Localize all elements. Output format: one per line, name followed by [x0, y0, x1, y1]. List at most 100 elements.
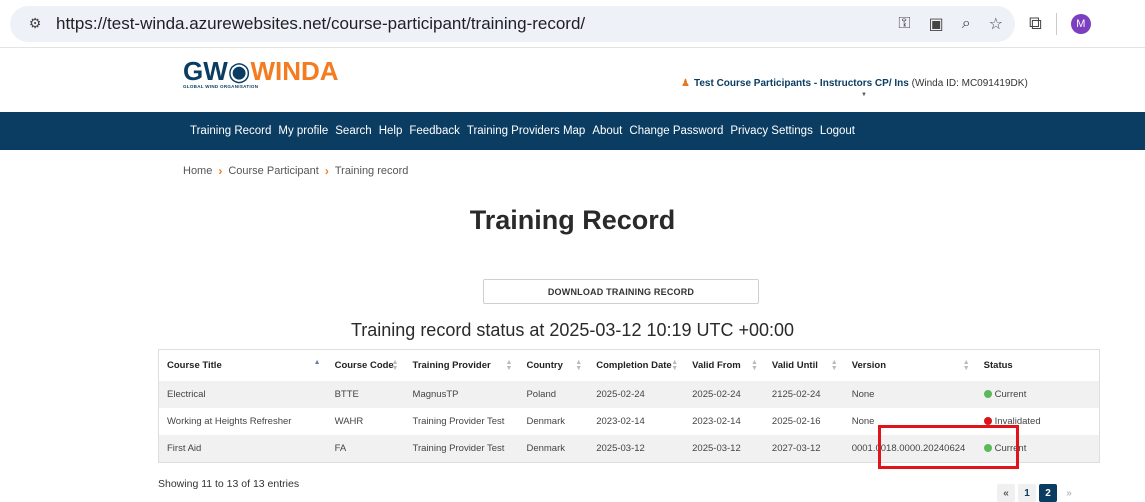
col-header-training-provider[interactable]: Training Provider ▲ ▼ — [405, 350, 519, 381]
nav-help[interactable]: Help — [379, 125, 403, 137]
cell-version: None — [851, 389, 875, 400]
breadcrumb-training-record: Training record — [334, 165, 409, 177]
cell-completion-date: 2025-02-24 — [596, 389, 645, 400]
status-dot-icon — [983, 417, 992, 425]
sort-icon: ▲ ▼ — [575, 359, 583, 372]
col-label: Course Title — [167, 360, 222, 371]
cell-country: Poland — [526, 389, 557, 400]
cell-valid-from: 2025-03-12 — [692, 443, 741, 454]
cell-country: Denmark — [526, 443, 565, 454]
logo-mark-icon: ◉ — [227, 56, 251, 86]
breadcrumb: Home › Course Participant › Training rec… — [183, 164, 408, 178]
sort-icon: ▲ ▼ — [962, 359, 970, 372]
zoom-icon[interactable]: ⌕ — [962, 15, 971, 33]
gwo-winda-logo[interactable]: GW◉WINDA GLOBAL WIND ORGANISATION — [183, 58, 339, 89]
status-text: Current — [994, 389, 1027, 400]
col-header-version[interactable]: Version ▲ ▼ — [844, 350, 976, 381]
user-icon: ♟ — [681, 78, 690, 89]
cell-valid-until: 2027-03-12 — [771, 443, 821, 454]
profile-avatar[interactable]: M — [1070, 13, 1091, 34]
cell-training-provider: Training Provider Test — [412, 443, 505, 454]
user-menu[interactable]: ♟ Test Course Participants - Instructors … — [681, 78, 1028, 89]
nav-my-profile[interactable]: My profile — [278, 125, 328, 137]
logo-winda-text: WINDA — [250, 56, 339, 86]
entries-info: Showing 11 to 13 of 13 entries — [158, 478, 300, 490]
user-winda-id: (Winda ID: MC091419DK) — [908, 78, 1028, 89]
col-header-country[interactable]: Country ▲ ▼ — [518, 350, 588, 381]
key-icon[interactable]: ⚿ — [898, 15, 910, 33]
caret-down-icon[interactable]: ▼ — [861, 92, 867, 98]
nav-about[interactable]: About — [592, 125, 622, 137]
col-label: Valid Until — [771, 360, 818, 371]
page-title: Training Record — [469, 205, 676, 235]
sort-icon: ▲ ▼ — [830, 359, 838, 372]
user-name: Test Course Participants - Instructors C… — [693, 78, 909, 89]
col-header-status[interactable]: Status — [976, 350, 1099, 381]
col-header-completion-date[interactable]: Completion Date ▲ ▼ — [588, 350, 684, 381]
toolbar-divider — [1055, 12, 1057, 35]
breadcrumb-home[interactable]: Home — [183, 165, 212, 177]
sort-asc-icon: ▲ — [313, 359, 321, 366]
nav-training-providers-map[interactable]: Training Providers Map — [467, 125, 585, 137]
breadcrumb-course-participant[interactable]: Course Participant — [228, 165, 319, 177]
nav-change-password[interactable]: Change Password — [629, 125, 723, 137]
table-row: Electrical BTTE MagnusTP Poland 2025-02-… — [159, 381, 1099, 408]
cell-training-provider: Training Provider Test — [412, 416, 505, 427]
cell-course-title: Electrical — [167, 389, 206, 400]
version-highlight-box — [878, 425, 1019, 469]
url-text[interactable]: https://test-winda.azurewebsites.net/cou… — [56, 14, 585, 34]
col-header-course-title[interactable]: Course Title ▲ — [159, 350, 327, 381]
sort-icon: ▲ ▼ — [671, 359, 679, 372]
cell-valid-until: 2125-02-24 — [771, 389, 821, 400]
chevron-right-icon: › — [324, 164, 329, 178]
site-info-icon[interactable]: ⚙ — [22, 11, 48, 37]
col-label: Training Provider — [412, 360, 491, 371]
cell-status: Current — [976, 381, 1099, 408]
cell-course-title: First Aid — [167, 443, 202, 454]
pagination-page-2[interactable]: 2 — [1039, 484, 1057, 502]
nav-logout[interactable]: Logout — [820, 125, 855, 137]
col-label: Valid From — [692, 360, 741, 371]
cell-course-code: FA — [334, 443, 347, 454]
cell-country: Denmark — [526, 416, 565, 427]
main-nav: Training Record My profile Search Help F… — [0, 112, 1145, 150]
cell-completion-date: 2023-02-14 — [596, 416, 645, 427]
cell-course-code: BTTE — [334, 389, 359, 400]
extensions-icon[interactable]: ⧉ — [1029, 13, 1042, 34]
col-label: Completion Date — [596, 360, 672, 371]
pagination-next-button[interactable]: » — [1060, 484, 1078, 502]
status-dot-icon — [983, 390, 992, 398]
pagination: « 1 2 » — [997, 484, 1078, 502]
nav-search[interactable]: Search — [335, 125, 371, 137]
col-header-course-code[interactable]: Course Code ▲ ▼ — [327, 350, 405, 381]
pagination-first-button[interactable]: « — [997, 484, 1015, 502]
sort-icon: ▲ ▼ — [750, 359, 758, 372]
chevron-right-icon: › — [218, 164, 223, 178]
cell-valid-from: 2025-02-24 — [692, 389, 741, 400]
col-label: Status — [983, 360, 1013, 371]
download-training-record-button[interactable]: DOWNLOAD TRAINING RECORD — [483, 279, 759, 304]
nav-training-record[interactable]: Training Record — [190, 125, 271, 137]
sort-icon: ▲ ▼ — [391, 359, 399, 372]
cell-training-provider: MagnusTP — [412, 389, 459, 400]
translate-icon[interactable]: ▣ — [929, 14, 944, 34]
nav-privacy-settings[interactable]: Privacy Settings — [730, 125, 812, 137]
browser-toolbar: ⚙ https://test-winda.azurewebsites.net/c… — [0, 0, 1145, 48]
bookmark-star-icon[interactable]: ☆ — [989, 14, 1003, 34]
col-label: Course Code — [334, 360, 394, 371]
logo-gw-text: GW — [183, 56, 228, 86]
cell-course-code: WAHR — [334, 416, 364, 427]
col-label: Version — [851, 360, 887, 371]
pagination-page-1[interactable]: 1 — [1018, 484, 1036, 502]
site-header: GW◉WINDA GLOBAL WIND ORGANISATION ♟ Test … — [0, 48, 1145, 98]
cell-valid-until: 2025-02-16 — [771, 416, 821, 427]
address-bar[interactable]: ⚙ https://test-winda.azurewebsites.net/c… — [10, 5, 1015, 42]
status-heading: Training record status at 2025-03-12 10:… — [350, 320, 795, 340]
col-header-valid-from[interactable]: Valid From ▲ ▼ — [684, 350, 764, 381]
sort-icon: ▲ ▼ — [505, 359, 513, 372]
cell-course-title: Working at Heights Refresher — [167, 416, 292, 427]
cell-valid-from: 2023-02-14 — [692, 416, 741, 427]
cell-completion-date: 2025-03-12 — [596, 443, 645, 454]
nav-feedback[interactable]: Feedback — [409, 125, 460, 137]
col-header-valid-until[interactable]: Valid Until ▲ ▼ — [764, 350, 844, 381]
